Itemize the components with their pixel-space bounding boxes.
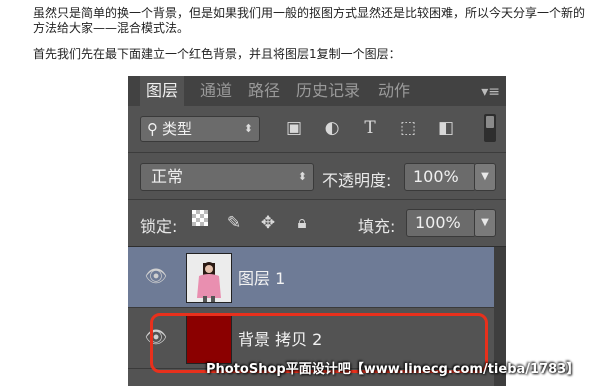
lock-all-padlock-icon[interactable]: 🔒︎ [292,213,312,233]
filter-toggle-switch[interactable] [484,114,496,142]
watermark-text: PhotoShop平面设计吧【www.linecg.com/tieba/1783… [206,362,580,377]
lock-label: 锁定: [140,217,178,236]
tab-history[interactable]: 历史记录 [296,76,360,106]
fill-value: 100% [415,213,461,232]
fill-label: 填充: [358,217,396,236]
opacity-dropdown-icon[interactable]: ▼ [474,163,496,191]
adjustment-filter-icon[interactable]: ◐ [322,118,342,138]
lock-row: 锁定: ✎ ✥ 🔒︎ 填充: 100% ▼ [128,200,506,247]
eye-visibility-icon[interactable]: 👁︎ [142,267,170,287]
smart-object-filter-icon[interactable]: ◧ [436,118,456,138]
person-photo-icon [187,254,231,302]
step-paragraph: 首先我们先在最下面建立一个红色背景，并且将图层1复制一个图层： [33,47,401,61]
filter-type-select[interactable]: ⚲ 类型 ⬍ [140,116,260,142]
updown-arrow-icon: ⬍ [243,122,253,135]
blend-mode-select[interactable]: 正常 ⬍ [140,163,314,191]
updown-arrow-icon: ⬍ [297,170,307,183]
tab-layers[interactable]: 图层 [140,76,185,106]
tab-actions[interactable]: 动作 [378,76,410,106]
blend-row: 正常 ⬍ 不透明度: 100% ▼ [128,153,506,200]
layer-row-layer1[interactable]: 👁︎ 图层 1 [128,247,494,308]
type-filter-icon[interactable]: T [360,118,380,138]
blend-mode-value: 正常 [151,167,184,186]
opacity-label: 不透明度: [322,171,392,190]
layer-name: 图层 1 [238,269,286,288]
filter-type-value: 类型 [162,120,193,138]
search-icon: ⚲ [147,120,158,138]
opacity-input[interactable]: 100% [404,163,476,191]
fill-input[interactable]: 100% [406,209,476,237]
shape-filter-icon[interactable]: ⬚ [398,118,418,138]
panel-tabs: 图层 通道 路径 历史记录 动作 ▾≡ [128,76,506,106]
tab-channels[interactable]: 通道 [200,76,232,106]
panel-menu-icon[interactable]: ▾≡ [481,84,500,100]
lock-transparent-pixels-icon[interactable] [192,210,208,226]
tab-paths[interactable]: 路径 [248,76,280,106]
lock-position-move-icon[interactable]: ✥ [258,213,278,233]
lock-pixels-brush-icon[interactable]: ✎ [224,213,244,233]
intro-paragraph: 虽然只是简单的换一个背景，但是如果我们用一般的抠图方式显然还是比较困难，所以今天… [33,6,586,35]
filter-row: ⚲ 类型 ⬍ ▣ ◐ T ⬚ ◧ [128,106,506,153]
opacity-value: 100% [413,167,459,186]
layer-thumbnail [186,253,232,303]
image-filter-icon[interactable]: ▣ [284,118,304,138]
fill-dropdown-icon[interactable]: ▼ [474,209,496,237]
